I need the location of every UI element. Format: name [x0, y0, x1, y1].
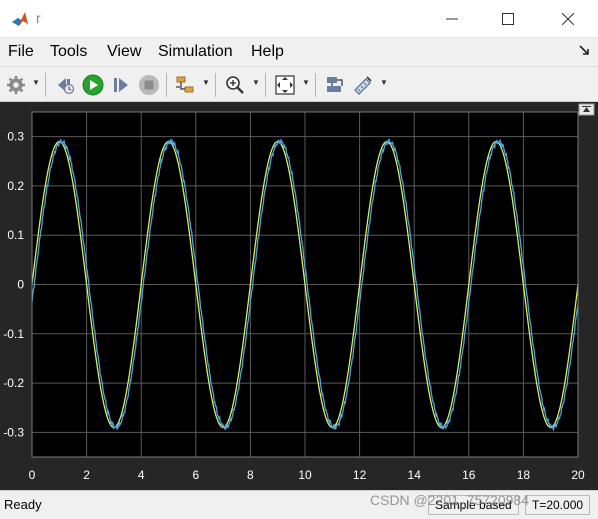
stop-icon	[139, 75, 159, 95]
autoscale-dropdown-icon[interactable]: ▼	[302, 79, 310, 87]
maximize-icon	[502, 13, 514, 25]
step-forward-icon	[114, 78, 128, 92]
x-tick-label: 16	[462, 468, 476, 482]
signal-select-dropdown-icon[interactable]: ▼	[202, 79, 210, 87]
y-tick-labels: 0.3 0.2 0.1 0 -0.1 -0.2 -0.3	[3, 130, 24, 440]
highlight-block-icon	[327, 77, 343, 92]
step-back-button[interactable]	[53, 73, 77, 97]
stop-button[interactable]	[137, 73, 161, 97]
menu-simulation[interactable]: Simulation	[158, 43, 233, 61]
step-forward-button[interactable]	[109, 73, 133, 97]
toolbar: ▼ ▼ ▼ ▼ ▼	[0, 66, 598, 102]
settings-icon	[7, 76, 25, 94]
settings-dropdown-icon[interactable]: ▼	[32, 79, 40, 87]
minimize-button[interactable]	[432, 6, 472, 32]
toolbar-separator	[215, 73, 216, 97]
autoscale-button[interactable]	[273, 73, 297, 97]
y-tick-label: 0.1	[7, 228, 24, 242]
toolbar-separator	[166, 73, 167, 97]
signal-select-button[interactable]	[173, 73, 197, 97]
close-button[interactable]	[548, 6, 588, 32]
step-back-icon	[58, 78, 75, 95]
window-title: r	[36, 10, 41, 26]
highlight-block-button[interactable]	[322, 73, 346, 97]
status-ready: Ready	[4, 497, 42, 512]
matlab-logo-icon	[10, 9, 30, 29]
x-tick-label: 14	[408, 468, 422, 482]
x-tick-label: 6	[192, 468, 199, 482]
undock-icon[interactable]	[578, 44, 592, 58]
x-tick-label: 18	[517, 468, 531, 482]
restore-view-icon[interactable]	[578, 103, 595, 116]
zoom-dropdown-icon[interactable]: ▼	[252, 79, 260, 87]
scope-chart[interactable]: 0.3 0.2 0.1 0 -0.1 -0.2 -0.3 0 2 4 6 8 10 12 14 16 18 20	[0, 102, 598, 490]
run-button[interactable]	[81, 73, 105, 97]
x-tick-label: 12	[353, 468, 367, 482]
y-tick-label: 0.3	[7, 130, 24, 144]
run-icon	[82, 74, 104, 96]
watermark-text: CSDN @2201_75720984	[370, 492, 529, 508]
menu-bar: File Tools View Simulation Help	[0, 38, 598, 66]
x-tick-label: 2	[83, 468, 90, 482]
settings-button[interactable]	[4, 73, 28, 97]
measure-icon	[354, 76, 372, 95]
autoscale-icon	[275, 75, 295, 95]
x-tick-label: 20	[571, 468, 585, 482]
toolbar-separator	[315, 73, 316, 97]
signal-select-icon	[176, 76, 194, 93]
scope-display: 0.3 0.2 0.1 0 -0.1 -0.2 -0.3 0 2 4 6 8 10 12 14 16 18 20	[0, 102, 598, 490]
title-bar: r	[0, 0, 598, 38]
menu-tools[interactable]: Tools	[50, 43, 87, 61]
x-tick-labels: 0 2 4 6 8 10 12 14 16 18 20	[29, 468, 585, 482]
menu-file[interactable]: File	[8, 43, 34, 61]
x-tick-label: 10	[298, 468, 312, 482]
simulation-time-status: T=20.000	[525, 495, 591, 515]
x-tick-label: 8	[247, 468, 254, 482]
zoom-button[interactable]	[223, 73, 247, 97]
toolbar-separator	[265, 73, 266, 97]
maximize-button[interactable]	[488, 6, 528, 32]
measure-button[interactable]	[351, 73, 375, 97]
measure-dropdown-icon[interactable]: ▼	[380, 79, 388, 87]
toolbar-separator	[45, 73, 46, 97]
x-tick-label: 0	[29, 468, 36, 482]
y-tick-label: -0.1	[3, 327, 24, 341]
menu-help[interactable]: Help	[251, 43, 284, 61]
y-tick-label: 0.2	[7, 179, 24, 193]
zoom-icon	[226, 76, 244, 94]
y-tick-label: -0.3	[3, 425, 24, 439]
x-tick-label: 4	[138, 468, 145, 482]
y-tick-label: -0.2	[3, 376, 24, 390]
close-icon	[562, 13, 574, 25]
minimize-icon	[446, 18, 458, 20]
y-tick-label: 0	[17, 278, 24, 292]
menu-view[interactable]: View	[107, 43, 141, 61]
